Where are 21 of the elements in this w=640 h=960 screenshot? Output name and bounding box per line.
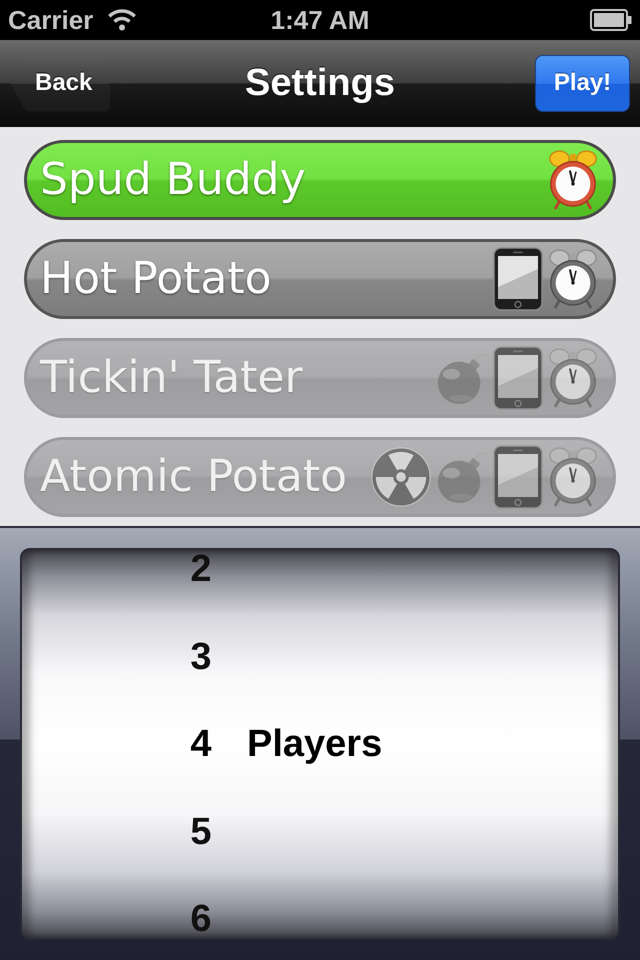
radiation-icon [371,447,431,507]
phone-icon [493,445,543,509]
alarm-clock-icon [547,347,599,409]
phone-icon [493,247,543,311]
alarm-clock-icon [547,446,599,508]
play-button[interactable]: Play! [535,54,630,112]
clock-time: 1:47 AM [270,7,370,33]
alarm-clock-icon [547,149,599,211]
picker-item[interactable]: 5 [188,812,214,850]
phone-icon [493,346,543,410]
picker-item[interactable]: 6 [188,900,214,938]
screen-title: Settings [245,64,395,102]
picker-item[interactable]: 4 [188,725,214,763]
picker-item[interactable]: 2 [188,550,214,588]
battery-icon [590,9,632,31]
picker-unit-label: Players [247,725,382,763]
wifi-icon [107,9,138,31]
picker-item[interactable]: 3 [188,638,214,676]
carrier-name: Carrier [8,7,94,33]
mode-button[interactable]: Hot Potato [24,239,616,319]
alarm-clock-icon [547,248,599,310]
